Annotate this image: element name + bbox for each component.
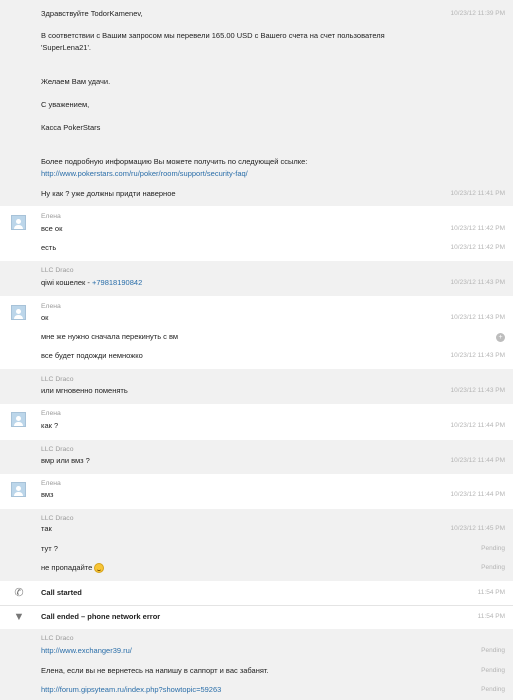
message-line: Желаем Вам удачи. [41,76,473,88]
message-text: qiwi кошелек - [41,278,92,287]
message-line: 'SuperLena21'. [41,42,473,54]
sender-name: LLC Draco [41,267,74,274]
message-line: В соответствии с Вашим запросом мы перев… [41,30,473,42]
message-block: LLC Draco вмр или вмз ? 10/23/12 11:44 P… [0,440,513,474]
message-text: вмр или вмз ? [41,456,90,465]
message-text: так [41,524,52,533]
timestamp: 10/23/12 11:41 PM [450,190,505,197]
timestamp: 10/23/12 11:44 PM [450,491,505,498]
message-line: есть [41,242,473,254]
system-event-call-started: ✆ Call started 11:54 PM [0,581,513,605]
system-text: Call started [41,588,82,597]
status-pending: Pending [481,545,505,552]
message-line: вмр или вмз ? [41,455,473,467]
timestamp: 11:54 PM [477,589,505,596]
message-line: http://forum.gipsyteam.ru/index.php?show… [41,684,473,696]
timestamp: 11:54 PM [477,613,505,620]
message-line: qiwi кошелек - +79818190842 [41,277,473,289]
status-pending: Pending [481,667,505,674]
message-text: или мгновенно поменять [41,386,128,395]
timestamp: 10/23/12 11:45 PM [450,525,505,532]
message-text: ок [41,313,49,322]
system-event-call-ended: ▼ Call ended – phone network error 11:54… [0,606,513,629]
message-text: Ну как ? уже должны придти наверное [41,189,176,198]
message-text: Желаем Вам удачи. [41,77,111,86]
message-link[interactable]: http://forum.gipsyteam.ru/index.php?show… [41,685,221,694]
message-line: Касса PokerStars [41,122,473,134]
message-line: Здравствуйте TodorKamenev, [41,8,473,20]
chat-history: Здравствуйте TodorKamenev, 10/23/12 11:3… [0,0,513,700]
status-pending: Pending [481,647,505,654]
message-text: не пропадайте [41,563,93,572]
message-line: так [41,523,473,535]
timestamp: 10/23/12 11:43 PM [450,314,505,321]
timestamp: 10/23/12 11:44 PM [450,457,505,464]
message-line: все ок [41,223,473,235]
system-text: Call ended – phone network error [41,612,161,621]
message-text: есть [41,243,57,252]
message-line: Более подробную информацию Вы можете пол… [41,156,473,168]
message-line: С уважением, [41,99,473,111]
message-line: или мгновенно поменять [41,385,473,397]
message-text: тут ? [41,544,58,553]
message-line: как ? [41,420,473,432]
timestamp: 10/23/12 11:42 PM [450,244,505,251]
message-line: Ну как ? уже должны придти наверное [41,188,473,200]
message-line: мне же нужно сначала перекинуть с вм [41,331,473,343]
message-text: Елена, если вы не вернетесь на напишу в … [41,666,269,675]
message-text: все будет подожди немножко [41,351,143,360]
message-block: Елена все ок 10/23/12 11:42 PM есть 10/2… [0,206,513,261]
avatar-icon[interactable] [11,482,26,497]
timestamp: 10/23/12 11:43 PM [450,352,505,359]
message-link[interactable]: http://www.pokerstars.com/ru/poker/room/… [41,169,248,178]
message-text: Здравствуйте TodorKamenev, [41,9,143,18]
call-icon: ✆ [14,587,24,599]
sender-name: Елена [41,410,61,417]
timestamp: 10/23/12 11:43 PM [450,279,505,286]
message-line: вмз [41,489,473,501]
avatar-icon[interactable] [11,412,26,427]
avatar-icon[interactable] [11,305,26,320]
sender-name: LLC Draco [41,635,74,642]
message-block: LLC Draco http://www.exchanger39.ru/ Pen… [0,629,513,700]
message-line: http://www.pokerstars.com/ru/poker/room/… [41,168,473,180]
message-line: тут ? [41,543,473,555]
timestamp: 10/23/12 11:39 PM [450,10,505,17]
message-text: все ок [41,224,63,233]
timestamp: 10/23/12 11:43 PM [450,387,505,394]
message-text: Касса PokerStars [41,123,101,132]
message-text: 'SuperLena21'. [41,43,91,52]
message-line: http://www.exchanger39.ru/ [41,645,473,657]
message-text: вмз [41,490,54,499]
message-block: Елена вмз 10/23/12 11:44 PM [0,474,513,509]
message-block: Елена как ? 10/23/12 11:44 PM [0,404,513,440]
message-block: Елена ок 10/23/12 11:43 PM мне же нужно … [0,296,513,369]
message-text: В соответствии с Вашим запросом мы перев… [41,31,385,40]
message-text: Более подробную информацию Вы можете пол… [41,157,308,166]
smiley-icon [94,563,105,574]
message-text: С уважением, [41,100,90,109]
timestamp: 10/23/12 11:42 PM [450,225,505,232]
avatar-icon[interactable] [11,215,26,230]
phone-link[interactable]: +79818190842 [92,278,142,287]
message-block-intro: Здравствуйте TodorKamenev, 10/23/12 11:3… [0,0,513,206]
message-text: мне же нужно сначала перекинуть с вм [41,332,179,341]
message-line: не пропадайте [41,562,473,574]
status-pending: Pending [481,564,505,571]
message-text: как ? [41,421,59,430]
message-line: все будет подожди немножко [41,350,473,362]
message-link[interactable]: http://www.exchanger39.ru/ [41,646,132,655]
more-icon[interactable]: + [496,333,505,342]
message-block: LLC Draco qiwi кошелек - +79818190842 10… [0,261,513,296]
status-pending: Pending [481,686,505,693]
message-line: ок [41,312,473,324]
sender-name: Елена [41,213,61,220]
timestamp: 10/23/12 11:44 PM [450,422,505,429]
message-line: Елена, если вы не вернетесь на напишу в … [41,665,473,677]
message-block: LLC Draco так 10/23/12 11:45 PM тут ? Pe… [0,509,513,581]
call-ended-icon: ▼ [13,611,25,623]
message-block: LLC Draco или мгновенно поменять 10/23/1… [0,369,513,404]
